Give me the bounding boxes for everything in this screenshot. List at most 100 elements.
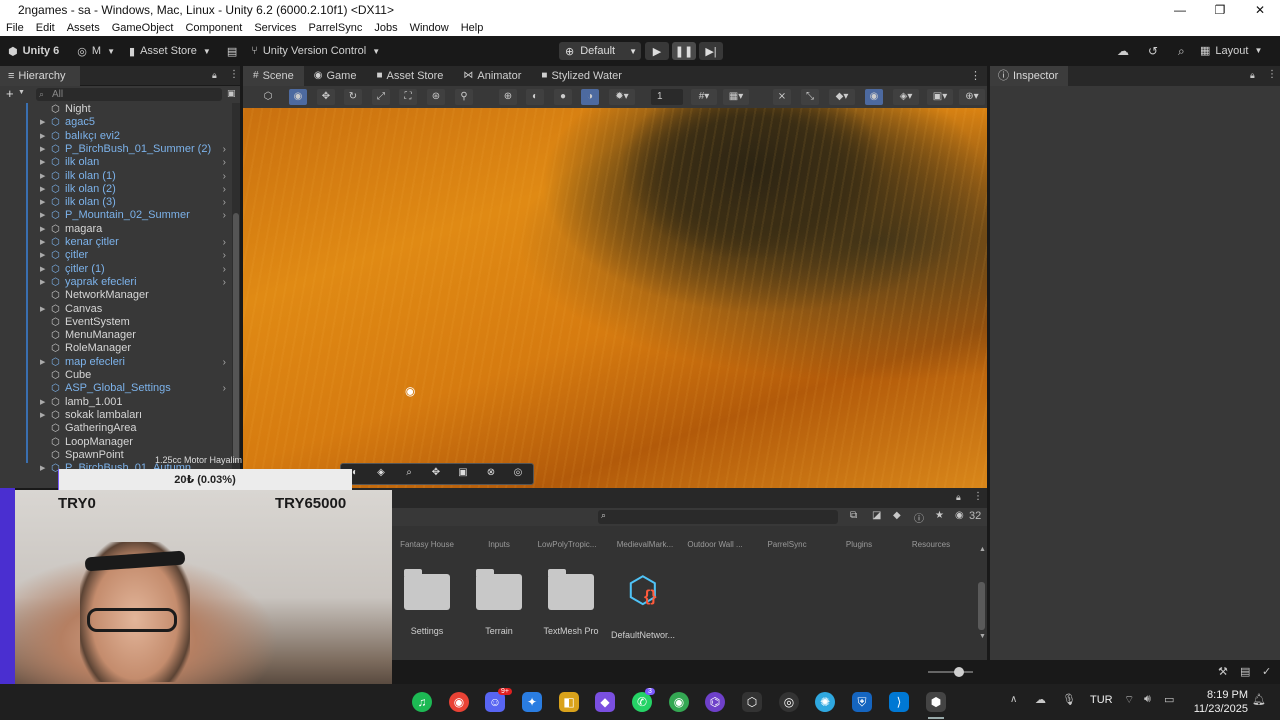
scrollbar-thumb[interactable] — [233, 213, 239, 463]
camera-dropdown-icon[interactable]: ▣▾ — [927, 89, 953, 105]
project-folder-label[interactable]: Fantasy House — [392, 540, 462, 549]
expand-arrow-icon[interactable]: ▶ — [40, 249, 45, 262]
project-folder[interactable]: TextMesh Pro — [536, 569, 606, 636]
cache-icon[interactable]: ▤ — [1240, 665, 1250, 678]
menu-parrelsync[interactable]: ParrelSync — [309, 22, 363, 34]
layout-mode-dropdown[interactable]: ⊕ Default ▼ — [559, 42, 641, 60]
menu-window[interactable]: Window — [410, 22, 449, 34]
tab-animator[interactable]: ⋈ Animator — [453, 66, 531, 86]
expand-arrow-icon[interactable]: ▶ — [40, 196, 45, 209]
label-icon[interactable]: ◆ — [893, 510, 901, 521]
grid-snap-icon[interactable]: #▾ — [691, 89, 717, 105]
project-folder[interactable]: Terrain — [464, 569, 534, 636]
microphone-icon[interactable]: 🎙︎ — [1062, 693, 1076, 706]
project-folder-label[interactable]: Outdoor Wall ... — [680, 540, 750, 549]
menu-help[interactable]: Help — [461, 22, 484, 34]
expand-arrow-icon[interactable]: ▶ — [40, 356, 45, 369]
unity-account-button[interactable]: ⬢ Unity 6 — [8, 45, 59, 58]
chevron-right-icon[interactable]: › — [223, 183, 226, 196]
package-manager-button[interactable]: ▤ — [227, 45, 237, 58]
custom-tool-icon[interactable]: ⚲ — [455, 89, 473, 105]
add-object-button[interactable]: + — [6, 86, 14, 101]
battery-icon[interactable]: ▭ — [1164, 693, 1174, 706]
chevron-right-icon[interactable]: › — [223, 209, 226, 222]
expand-arrow-icon[interactable]: ▶ — [40, 143, 45, 156]
expand-arrow-icon[interactable]: ▶ — [40, 183, 45, 196]
chevron-down-icon[interactable]: ▼ — [18, 89, 25, 96]
asset-store-button[interactable]: ▮ Asset Store ▼ — [129, 45, 211, 58]
tab-stylized-water[interactable]: ■ Stylized Water — [531, 66, 632, 86]
lock-icon[interactable]: 🔒︎ — [1250, 70, 1255, 81]
menu-gameobject[interactable]: GameObject — [112, 22, 174, 34]
project-folder-label[interactable]: Inputs — [464, 540, 534, 549]
lock-icon[interactable]: 🔒︎ — [212, 70, 217, 81]
scroll-up-icon[interactable]: ▲ — [979, 546, 986, 553]
move-tool-icon[interactable]: ✥ — [317, 89, 335, 105]
menu-file[interactable]: File — [6, 22, 24, 34]
hierarchy-item[interactable]: ▶ ⬡ çitler › — [0, 249, 232, 262]
grid-toggle-icon[interactable]: ▦▾ — [723, 89, 749, 105]
hierarchy-item[interactable]: ⬡ Night — [0, 103, 232, 116]
step-button[interactable]: ▶| — [699, 42, 723, 60]
pivot-icon[interactable]: ⤡ — [801, 89, 819, 105]
hidden-count-icon[interactable]: ◉ — [955, 510, 964, 521]
expand-arrow-icon[interactable]: ▶ — [40, 170, 45, 183]
check-icon[interactable]: ✓ — [1262, 665, 1271, 678]
close-button[interactable]: ✕ — [1240, 0, 1280, 20]
rect-tool-icon[interactable]: ⛶ — [399, 89, 417, 105]
tray-chevron-icon[interactable]: ∧ — [1010, 694, 1017, 705]
minimize-button[interactable]: — — [1160, 0, 1200, 20]
tab-scene[interactable]: # Scene — [243, 66, 304, 86]
hierarchy-item[interactable]: ⬡ Cube — [0, 369, 232, 382]
defender-icon[interactable]: ⛨ — [852, 692, 872, 712]
grid-size-field[interactable]: 1 — [651, 89, 683, 105]
expand-arrow-icon[interactable]: ▶ — [40, 156, 45, 169]
play-button[interactable]: ▶ — [645, 42, 669, 60]
project-folder-label[interactable]: ParrelSync — [752, 540, 822, 549]
hierarchy-item[interactable]: ▶ ⬡ yaprak efecleri › — [0, 276, 232, 289]
wifi-icon[interactable]: ⌔ — [1124, 693, 1134, 707]
project-folder[interactable]: Settings — [392, 569, 462, 636]
kebab-menu-icon[interactable]: ⋮ — [229, 69, 239, 80]
hierarchy-item[interactable]: ▶ ⬡ P_Mountain_02_Summer › — [0, 209, 232, 222]
hierarchy-item[interactable]: ▶ ⬡ sokak lambaları — [0, 409, 232, 422]
icon-size-slider-knob[interactable] — [954, 667, 964, 677]
overlay-dropdown-icon[interactable]: ◈▾ — [893, 89, 919, 105]
debug-icon[interactable]: ⚒ — [1218, 665, 1228, 678]
menu-component[interactable]: Component — [185, 22, 242, 34]
zoom-icon[interactable]: ⌕ — [399, 467, 419, 481]
app-icon[interactable]: ◧ — [559, 692, 579, 712]
chevron-right-icon[interactable]: › — [223, 276, 226, 289]
project-scrollbar-thumb[interactable] — [978, 582, 985, 630]
hierarchy-item[interactable]: ▶ ⬡ agac5 — [0, 116, 232, 129]
menu-jobs[interactable]: Jobs — [374, 22, 397, 34]
hierarchy-item[interactable]: ▶ ⬡ ilk olan (3) › — [0, 196, 232, 209]
hierarchy-item[interactable]: ⬡ ASP_Global_Settings › — [0, 382, 232, 395]
icon-size-slider[interactable] — [928, 671, 973, 673]
project-folder-label[interactable]: Resources — [896, 540, 966, 549]
expand-arrow-icon[interactable]: ▶ — [40, 263, 45, 276]
search-icon[interactable]: ⌕ — [1178, 44, 1185, 59]
camera-icon[interactable]: ▣ — [453, 467, 473, 481]
compass-icon[interactable]: ◎ — [508, 467, 528, 481]
expand-arrow-icon[interactable]: ▶ — [40, 303, 45, 316]
expand-arrow-icon[interactable]: ▶ — [40, 209, 45, 222]
rotate-tool-icon[interactable]: ↻ — [344, 89, 362, 105]
chevron-right-icon[interactable]: › — [223, 263, 226, 276]
notification-icon[interactable]: 🔔︎ — [1252, 693, 1266, 706]
solid-tool-icon[interactable]: ● — [554, 89, 572, 105]
project-prefab[interactable]: ⬡{} DefaultNetwor... — [608, 570, 678, 641]
scale-tool-icon[interactable]: ⤢ — [372, 89, 390, 105]
kebab-menu-icon[interactable]: ⋮ — [1267, 69, 1277, 80]
hierarchy-item[interactable]: ⬡ EventSystem — [0, 316, 232, 329]
project-folder-label[interactable]: LowPolyTropic... — [532, 540, 602, 549]
hierarchy-item[interactable]: ▶ ⬡ çitler (1) › — [0, 263, 232, 276]
app-icon[interactable]: ◆ — [595, 692, 615, 712]
system-clock[interactable]: 8:19 PM 11/23/2025 — [1188, 688, 1248, 716]
version-control-button[interactable]: ⑂ Unity Version Control ▼ — [251, 45, 380, 57]
language-indicator[interactable]: TUR — [1090, 694, 1113, 706]
vscode-icon[interactable]: ⟩ — [889, 692, 909, 712]
filter-icon[interactable]: ▣ — [227, 88, 236, 99]
menu-assets[interactable]: Assets — [67, 22, 100, 34]
spotify-icon[interactable]: ♫ — [412, 692, 432, 712]
